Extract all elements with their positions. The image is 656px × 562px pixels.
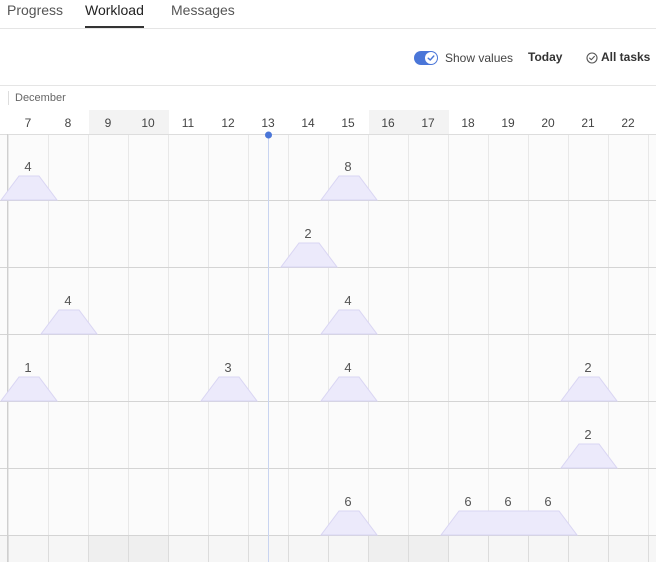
tab-progress[interactable]: Progress <box>7 1 63 28</box>
workload-value: 4 <box>64 293 71 308</box>
day-label: 16 <box>381 116 395 130</box>
weekend-strip-cell <box>129 536 169 562</box>
workload-bar <box>440 510 578 536</box>
day-label: 11 <box>182 116 195 130</box>
month-divider <box>8 91 9 105</box>
workload-value: 6 <box>464 494 471 509</box>
day-label: 14 <box>301 116 315 130</box>
workload-value: 4 <box>344 360 351 375</box>
workload-value: 2 <box>304 226 311 241</box>
day-label: 9 <box>105 116 112 130</box>
day-label: 12 <box>221 116 235 130</box>
day-label: 19 <box>501 116 515 130</box>
day-label: 17 <box>421 116 435 130</box>
check-icon <box>427 55 435 61</box>
show-values-toggle[interactable] <box>414 51 438 65</box>
day-label: 22 <box>621 116 635 130</box>
workload-value: 4 <box>344 293 351 308</box>
day-label: 18 <box>461 116 475 130</box>
workload-value: 6 <box>344 494 351 509</box>
day-label: 10 <box>141 116 155 130</box>
tab-bar: Progress Workload Messages <box>0 0 656 29</box>
toolbar: Show values Today All tasks <box>0 29 656 86</box>
toggle-knob <box>425 52 437 64</box>
workload-grid: 7 8 9 10 11 12 13 14 15 16 17 18 19 20 21 224 824 41 3 4 226… <box>0 110 656 562</box>
workload-value: 4 <box>24 159 31 174</box>
all-tasks-label: All tasks <box>601 50 651 64</box>
day-label: 20 <box>541 116 555 130</box>
day-label: 15 <box>341 116 355 130</box>
workload-value: 8 <box>344 159 351 174</box>
day-label: 13 <box>261 116 275 130</box>
weekend-strip-cell <box>89 536 129 562</box>
month-label: December <box>15 92 66 104</box>
weekend-strip-cell <box>369 536 409 562</box>
workload-value: 2 <box>584 427 591 442</box>
tab-messages[interactable]: Messages <box>171 1 235 28</box>
weekend-strip-cell <box>409 536 449 562</box>
show-values-label: Show values <box>445 51 514 65</box>
today-button[interactable]: Today <box>528 50 562 64</box>
workload-value: 1 <box>24 360 31 375</box>
workload-value: 6 <box>544 494 551 509</box>
day-label: 21 <box>581 116 595 130</box>
workload-value: 3 <box>224 360 231 375</box>
workload-value: 6 <box>504 494 511 509</box>
today-marker <box>265 131 272 139</box>
day-label: 8 <box>65 116 72 130</box>
tab-workload[interactable]: Workload <box>85 1 144 28</box>
workload-value: 2 <box>584 360 591 375</box>
check-circle-icon <box>586 51 598 69</box>
day-label: 7 <box>25 116 32 130</box>
